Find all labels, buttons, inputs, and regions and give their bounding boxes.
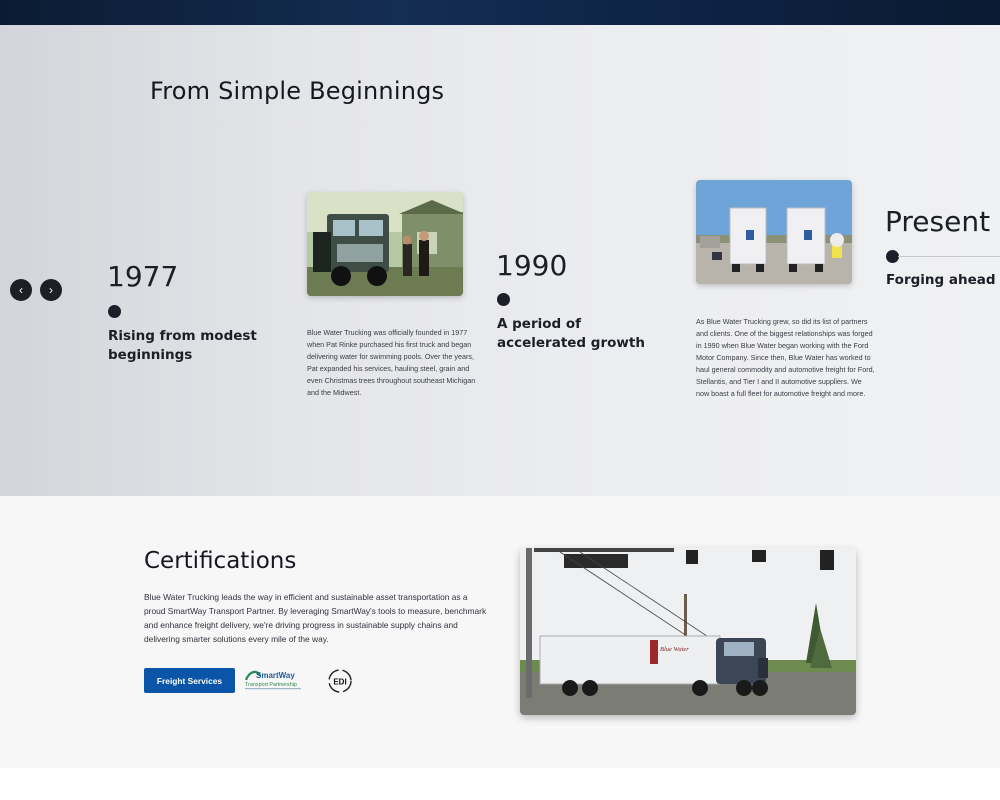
timeline-headline: Rising from modest beginnings — [108, 328, 257, 363]
timeline-year-1990: 1990 — [496, 249, 568, 282]
freight-services-button[interactable]: Freight Services — [144, 668, 235, 693]
timeline-section: From Simple Beginnings ‹ › 1977 Rising f… — [0, 25, 1000, 496]
chevron-right-icon[interactable]: › — [40, 279, 62, 301]
svg-text:Blue Water: Blue Water — [660, 646, 689, 653]
timeline-description: Blue Water Trucking was officially found… — [307, 328, 476, 397]
semi-truck-photo: Blue Water — [520, 548, 856, 715]
timeline-headline: Forging ahead — [886, 272, 996, 288]
timeline-headline: A period of accelerated growth — [497, 316, 645, 351]
smartway-logo: SmartWay Transport Partnership — [244, 668, 306, 692]
section-title: From Simple Beginnings — [150, 77, 445, 105]
trailers-photo — [696, 180, 852, 284]
svg-text:SmartWay: SmartWay — [256, 671, 295, 680]
timeline-dot — [108, 305, 121, 318]
edi-logo: EDI — [327, 668, 353, 694]
certifications-title: Certifications — [144, 548, 297, 574]
timeline-connector — [898, 256, 1000, 257]
timeline-year-1977: 1977 — [107, 260, 179, 293]
svg-text:Transport Partnership: Transport Partnership — [245, 682, 297, 688]
timeline-year-present: Present D — [885, 205, 1000, 238]
certifications-section: Certifications Blue Water Trucking leads… — [0, 496, 1000, 768]
timeline-dot — [497, 293, 510, 306]
timeline-description: As Blue Water Trucking grew, so did its … — [696, 317, 875, 398]
certifications-description: Blue Water Trucking leads the way in eff… — [144, 592, 487, 644]
svg-text:EDI: EDI — [333, 678, 346, 687]
top-header-band — [0, 0, 1000, 25]
vintage-truck-photo — [307, 192, 463, 296]
chevron-left-icon[interactable]: ‹ — [10, 279, 32, 301]
